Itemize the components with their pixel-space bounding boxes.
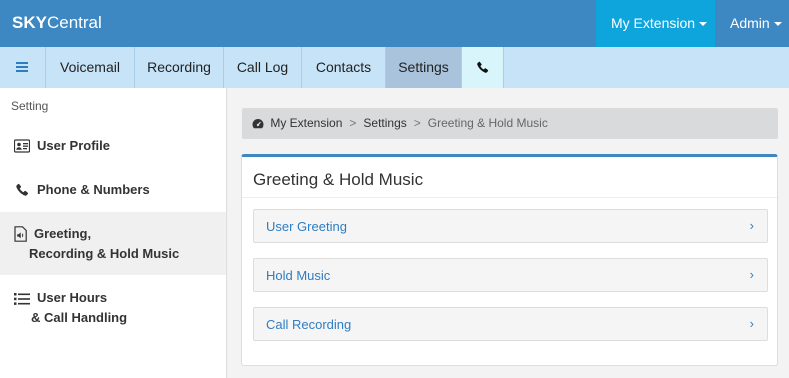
sidebar-item-user-profile[interactable]: User Profile [0, 126, 226, 166]
sidebar-item-phone-numbers[interactable]: Phone & Numbers [0, 170, 226, 210]
brand-logo[interactable]: SKYCentral [12, 13, 102, 33]
sidebar-item-label: User Profile [37, 138, 110, 153]
audio-file-icon [14, 226, 27, 242]
row-label: Call Recording [266, 317, 352, 332]
tab-contacts[interactable]: Contacts [302, 47, 386, 88]
chevron-right-icon: › [749, 316, 754, 331]
sidebar-item-label: Phone & Numbers [37, 182, 150, 197]
tab-phone[interactable] [462, 47, 504, 88]
admin-label: Admin [730, 15, 770, 31]
panel-divider [242, 197, 777, 198]
my-extension-label: My Extension [611, 15, 696, 31]
tab-settings[interactable]: Settings [386, 47, 462, 88]
sidebar-heading: Setting [11, 99, 49, 113]
chevron-right-icon: › [749, 267, 754, 282]
sidebar-item-greeting-recording-hold-music[interactable]: Greeting, Recording & Hold Music [0, 212, 226, 275]
my-extension-dropdown[interactable]: My Extension [596, 0, 715, 47]
brand-strong: SKY [12, 13, 47, 32]
id-card-icon [14, 139, 30, 153]
top-bar: SKYCentral My Extension Admin [0, 0, 789, 47]
phone-icon [477, 61, 489, 73]
breadcrumb-separator: > [349, 116, 357, 130]
list-icon [14, 293, 30, 305]
user-greeting-row[interactable]: User Greeting › [253, 209, 768, 243]
sidebar-item-label-line2: & Call Handling [31, 310, 128, 325]
tab-call-log[interactable]: Call Log [224, 47, 302, 88]
breadcrumb-my-extension[interactable]: My Extension [270, 116, 342, 130]
row-label: Hold Music [266, 268, 331, 283]
panel-title: Greeting & Hold Music [253, 170, 424, 189]
nav-bar: Voicemail Recording Call Log Contacts Se… [0, 47, 789, 88]
breadcrumb: My Extension > Settings > Greeting & Hold Mu… [242, 108, 778, 139]
menu-toggle-button[interactable] [0, 47, 46, 88]
dashboard-icon [252, 119, 264, 129]
sidebar-item-label-line1: User Hours [37, 290, 108, 305]
breadcrumb-separator: > [413, 116, 421, 130]
row-label: User Greeting [266, 219, 347, 234]
caret-down-icon [773, 22, 782, 27]
tab-recording[interactable]: Recording [135, 47, 224, 88]
hamburger-icon [16, 62, 28, 64]
sidebar: Setting User Profile Phone & Numbers Gre… [0, 88, 227, 378]
breadcrumb-current: Greeting & Hold Music [427, 116, 548, 130]
sidebar-item-label-line2: Recording & Hold Music [29, 246, 180, 261]
caret-down-icon [699, 22, 708, 27]
sidebar-item-user-hours-call-handling[interactable]: User Hours & Call Handling [0, 276, 226, 340]
chevron-right-icon: › [749, 218, 754, 233]
breadcrumb-settings[interactable]: Settings [363, 116, 406, 130]
brand-rest: Central [46, 13, 102, 32]
sidebar-item-label-line1: Greeting, [34, 226, 92, 241]
hold-music-row[interactable]: Hold Music › [253, 258, 768, 292]
call-recording-row[interactable]: Call Recording › [253, 307, 768, 341]
tab-voicemail[interactable]: Voicemail [46, 47, 135, 88]
greeting-hold-music-panel: Greeting & Hold Music User Greeting › Ho… [241, 154, 778, 366]
admin-dropdown[interactable]: Admin [715, 0, 789, 47]
phone-icon [16, 183, 29, 196]
